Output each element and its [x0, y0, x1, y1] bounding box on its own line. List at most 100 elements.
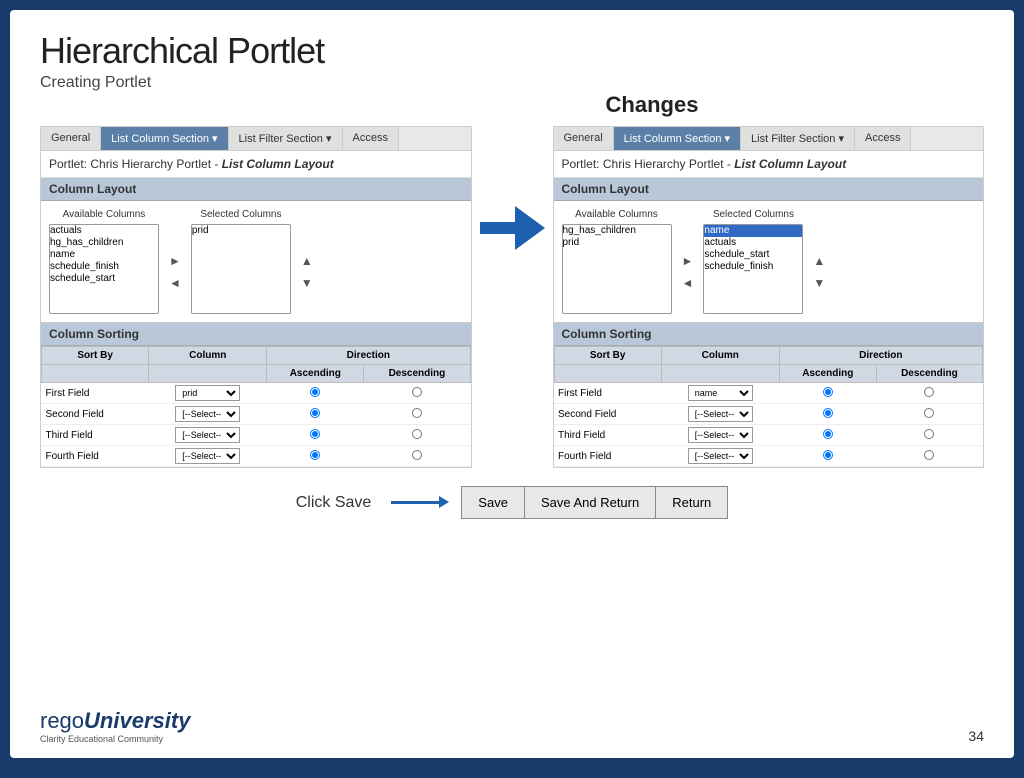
right-available-label: Available Columns	[575, 209, 658, 220]
right-available-group: Available Columns hg_has_children prid	[562, 209, 672, 314]
right-sort-row-2: Second Field [--Select--]	[554, 404, 983, 425]
right-column-header: Column	[661, 347, 779, 365]
right-move-down-btn[interactable]: ▼	[811, 274, 827, 292]
right-selected-listbox[interactable]: name actuals schedule_start schedule_fin…	[703, 224, 803, 314]
left-sort4-asc[interactable]	[310, 450, 320, 460]
left-sort3-desc[interactable]	[412, 429, 422, 439]
right-tab-list-column[interactable]: List Column Section ▾	[614, 127, 741, 150]
left-tab-list-column[interactable]: List Column Section ▾	[101, 127, 228, 150]
title-section: Hierarchical Portlet Creating Portlet	[40, 30, 984, 92]
right-first-field-label: First Field	[554, 383, 661, 404]
left-descending-header: Descending	[364, 365, 470, 383]
left-first-field-select[interactable]: prid	[175, 385, 240, 401]
right-third-field-select[interactable]: [--Select--]	[688, 427, 753, 443]
left-move-arrows: ► ◄	[167, 209, 183, 314]
left-sorting-table: Sort By Column Direction Ascending Desce…	[41, 346, 471, 467]
main-title: Hierarchical Portlet	[40, 30, 984, 72]
left-move-right-btn[interactable]: ►	[167, 252, 183, 270]
panels-row: General List Column Section ▾ List Filte…	[40, 126, 984, 468]
left-selected-listbox[interactable]: prid	[191, 224, 291, 314]
left-third-field-select[interactable]: [--Select--]	[175, 427, 240, 443]
save-buttons-group: Save Save And Return Return	[461, 486, 728, 519]
right-sort3-desc[interactable]	[924, 429, 934, 439]
right-fourth-field-label: Fourth Field	[554, 446, 661, 467]
return-button[interactable]: Return	[656, 487, 727, 518]
page-number: 34	[968, 728, 984, 744]
right-sort-by-header: Sort By	[554, 347, 661, 365]
right-panel: General List Column Section ▾ List Filte…	[553, 126, 985, 468]
right-fourth-field-select[interactable]: [--Select--]	[688, 448, 753, 464]
left-third-field-label: Third Field	[42, 425, 149, 446]
left-move-left-btn[interactable]: ◄	[167, 274, 183, 292]
bottom-arrow	[391, 501, 441, 504]
right-sort-row-3: Third Field [--Select--]	[554, 425, 983, 446]
left-sort2-desc[interactable]	[412, 408, 422, 418]
left-column-layout-header: Column Layout	[41, 178, 471, 201]
right-second-field-label: Second Field	[554, 404, 661, 425]
save-and-return-button[interactable]: Save And Return	[525, 487, 656, 518]
right-sort1-asc[interactable]	[823, 387, 833, 397]
left-fourth-field-label: Fourth Field	[42, 446, 149, 467]
left-tab-general[interactable]: General	[41, 127, 101, 150]
right-tab-access[interactable]: Access	[855, 127, 911, 150]
right-move-left-btn[interactable]: ◄	[680, 274, 696, 292]
right-sort-row-4: Fourth Field [--Select--]	[554, 446, 983, 467]
main-container: Hierarchical Portlet Creating Portlet Ch…	[10, 10, 1014, 758]
right-sorting-section: Column Sorting Sort By Column Direction …	[554, 322, 984, 467]
right-sort2-asc[interactable]	[823, 408, 833, 418]
left-second-field-label: Second Field	[42, 404, 149, 425]
left-available-label: Available Columns	[63, 209, 146, 220]
right-vert-arrows: ▲ ▼	[811, 209, 827, 314]
left-sort4-desc[interactable]	[412, 450, 422, 460]
right-sort-row-1: First Field name	[554, 383, 983, 404]
subtitle: Creating Portlet	[40, 74, 984, 92]
left-sort3-asc[interactable]	[310, 429, 320, 439]
left-ascending-header: Ascending	[267, 365, 364, 383]
right-sort4-asc[interactable]	[823, 450, 833, 460]
right-tabs-bar: General List Column Section ▾ List Filte…	[554, 127, 984, 151]
changes-label: Changes	[320, 92, 984, 118]
left-move-down-btn[interactable]: ▼	[299, 274, 315, 292]
left-fourth-field-select[interactable]: [--Select--]	[175, 448, 240, 464]
left-sort-row-3: Third Field [--Select--]	[42, 425, 471, 446]
right-selected-group: Selected Columns name actuals schedule_s…	[703, 209, 803, 314]
left-sorting-section: Column Sorting Sort By Column Direction …	[41, 322, 471, 467]
left-sort1-desc[interactable]	[412, 387, 422, 397]
left-column-header: Column	[149, 347, 267, 365]
right-portlet-title: Portlet: Chris Hierarchy Portlet - List …	[554, 151, 984, 178]
left-direction-header: Direction	[267, 347, 470, 365]
right-first-field-select[interactable]: name	[688, 385, 753, 401]
left-tab-filter[interactable]: List Filter Section ▾	[229, 127, 343, 150]
footer-logo: regoUniversity Clarity Educational Commu…	[40, 708, 190, 744]
right-second-field-select[interactable]: [--Select--]	[688, 406, 753, 422]
logo-text: regoUniversity	[40, 708, 190, 734]
save-button[interactable]: Save	[462, 487, 525, 518]
left-sort2-asc[interactable]	[310, 408, 320, 418]
left-sort-row-4: Fourth Field [--Select--]	[42, 446, 471, 467]
right-sort3-asc[interactable]	[823, 429, 833, 439]
right-sort4-desc[interactable]	[924, 450, 934, 460]
left-sort1-asc[interactable]	[310, 387, 320, 397]
left-second-field-select[interactable]: [--Select--]	[175, 406, 240, 422]
right-column-layout-header: Column Layout	[554, 178, 984, 201]
left-available-group: Available Columns actuals hg_has_childre…	[49, 209, 159, 314]
right-column-layout-body: Available Columns hg_has_children prid ►…	[554, 201, 984, 322]
right-ascending-header: Ascending	[779, 365, 876, 383]
right-sort2-desc[interactable]	[924, 408, 934, 418]
logo-subtitle: Clarity Educational Community	[40, 734, 190, 744]
right-sort1-desc[interactable]	[924, 387, 934, 397]
logo-rego: rego	[40, 708, 84, 733]
left-tabs-bar: General List Column Section ▾ List Filte…	[41, 127, 471, 151]
right-available-listbox[interactable]: hg_has_children prid	[562, 224, 672, 314]
left-move-up-btn[interactable]: ▲	[299, 252, 315, 270]
right-tab-filter[interactable]: List Filter Section ▾	[741, 127, 855, 150]
right-move-right-btn[interactable]: ►	[680, 252, 696, 270]
left-available-listbox[interactable]: actuals hg_has_children name schedule_fi…	[49, 224, 159, 314]
right-move-up-btn[interactable]: ▲	[811, 252, 827, 270]
left-selected-label: Selected Columns	[200, 209, 281, 220]
left-tab-access[interactable]: Access	[343, 127, 399, 150]
right-tab-general[interactable]: General	[554, 127, 614, 150]
left-sort-row-1: First Field prid	[42, 383, 471, 404]
left-sort-row-2: Second Field [--Select--]	[42, 404, 471, 425]
left-vert-arrows: ▲ ▼	[299, 209, 315, 314]
